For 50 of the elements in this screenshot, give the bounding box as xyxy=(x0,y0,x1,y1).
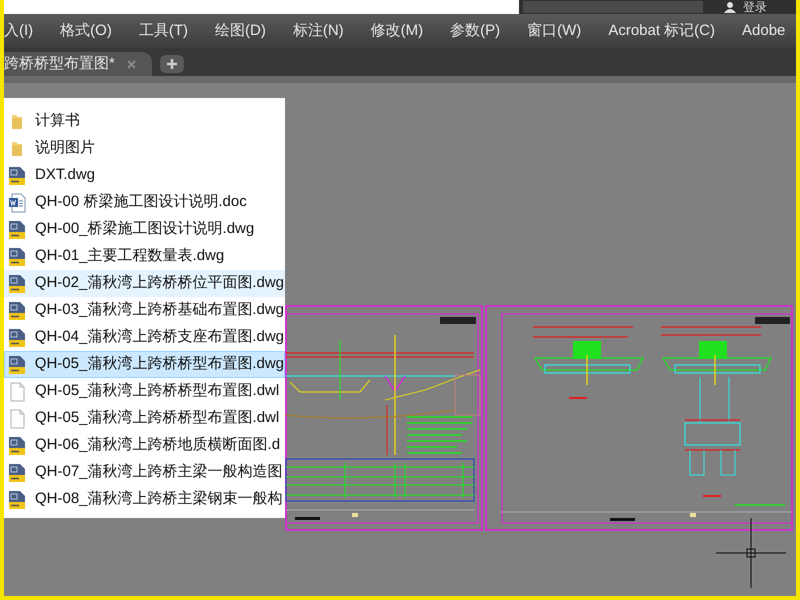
menu-item[interactable]: 窗口(W) xyxy=(527,20,582,42)
file-name: 计算书 xyxy=(35,111,80,132)
file-name: QH-00_桥梁施工图设计说明.dwg xyxy=(35,219,254,240)
file-name: QH-01_主要工程数量表.dwg xyxy=(35,246,224,266)
menu-item[interactable]: 格式(O) xyxy=(60,20,112,42)
crosshair-icon xyxy=(716,518,786,588)
menu-item[interactable]: 标注(N) xyxy=(292,20,344,42)
menu-item[interactable]: 工具(T) xyxy=(138,20,188,42)
menu-item[interactable]: 修改(M) xyxy=(370,20,424,42)
blank-file-icon xyxy=(8,408,26,428)
file-name: QH-00 桥梁施工图设计说明.doc xyxy=(35,192,247,212)
menu-item[interactable]: 参数(P) xyxy=(450,20,500,42)
dwg-file-icon xyxy=(8,246,26,266)
dwg-file-icon xyxy=(8,274,26,294)
file-name: 说明图片 xyxy=(35,138,95,158)
menu-item[interactable]: Adobe xyxy=(742,20,786,42)
document-tab[interactable]: 跨桥桥型布置图* xyxy=(4,52,152,76)
file-item[interactable]: QH-05_蒲秋湾上跨桥桥型布置图.dwg xyxy=(4,351,285,378)
search-field[interactable] xyxy=(523,1,703,13)
dwg-file-icon xyxy=(8,490,26,510)
dwg-file-icon xyxy=(8,220,26,240)
word-document-icon xyxy=(8,192,26,212)
file-name: QH-03_蒲秋湾上跨桥基础布置图.dwg xyxy=(34,300,284,320)
file-name: QH-07_蒲秋湾上跨桥主梁一般构造图 xyxy=(35,462,283,482)
new-tab-button[interactable] xyxy=(160,55,184,73)
blank-file-icon xyxy=(8,382,26,402)
menu-item[interactable]: 绘图(D) xyxy=(215,20,266,42)
menu-item[interactable]: 入(I) xyxy=(4,20,34,42)
file-name: DXT.dwg xyxy=(35,165,96,186)
plus-icon xyxy=(166,59,177,69)
login-link[interactable]: 登录 xyxy=(743,0,767,14)
file-name: QH-05_蒲秋湾上跨桥桥型布置图.dwg xyxy=(34,354,284,374)
dwg-file-icon xyxy=(8,354,26,374)
folder-icon xyxy=(10,140,24,156)
file-item[interactable]: QH-02_蒲秋湾上跨桥桥位平面图.dwg xyxy=(4,270,285,297)
file-name: QH-06_蒲秋湾上跨桥地质横断面图.d xyxy=(35,435,280,456)
file-name: QH-08_蒲秋湾上跨桥主梁钢束一般构 xyxy=(35,489,283,510)
dwg-file-icon xyxy=(8,166,26,186)
dwg-file-icon xyxy=(8,436,26,456)
file-name: QH-02_蒲秋湾上跨桥桥位平面图.dwg xyxy=(34,273,284,294)
tab-title: 跨桥桥型布置图* xyxy=(4,54,115,74)
dwg-file-icon xyxy=(8,462,26,482)
file-name: QH-05_蒲秋湾上跨桥桥型布置图.dwl xyxy=(35,408,280,428)
dwg-file-icon xyxy=(8,300,26,320)
file-name: QH-04_蒲秋湾上跨桥支座布置图.dwg xyxy=(34,327,284,348)
file-name: QH-05_蒲秋湾上跨桥桥型布置图.dwl xyxy=(35,381,280,402)
menu-item[interactable]: Acrobat 标记(C) xyxy=(608,20,715,42)
dwg-file-icon xyxy=(8,328,26,348)
user-icon[interactable] xyxy=(723,1,737,13)
folder-icon xyxy=(10,114,24,130)
